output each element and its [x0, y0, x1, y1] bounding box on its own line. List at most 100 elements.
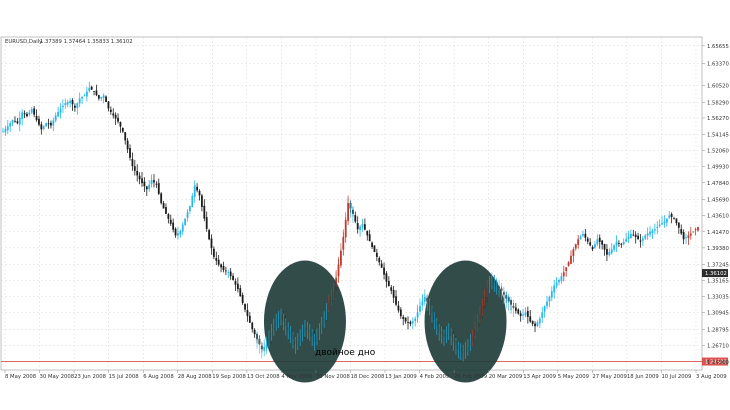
candle-body	[548, 296, 551, 302]
price-tick-label: 1.26710	[707, 343, 730, 349]
candle-body	[42, 126, 45, 129]
date-tick-label: 3 Aug 2009	[696, 374, 727, 380]
candle-body	[47, 123, 50, 125]
candle-body	[579, 236, 582, 240]
candle-body	[177, 233, 179, 236]
candle-body	[38, 118, 40, 125]
candle-body	[9, 123, 12, 127]
candle-body	[531, 320, 534, 324]
candle-body	[574, 244, 577, 249]
candle-body	[567, 262, 570, 266]
price-tick-label: 1.52060	[707, 148, 730, 154]
candle-body	[248, 315, 251, 323]
candle-body	[150, 180, 153, 184]
candle-body	[93, 90, 95, 92]
candle-body	[174, 228, 177, 236]
candle-body	[613, 245, 616, 250]
candle-body	[239, 288, 242, 297]
candle-body	[162, 203, 165, 209]
candle-body	[133, 166, 136, 171]
candle-body	[57, 111, 60, 117]
candle-body	[526, 310, 529, 317]
price-tick-label: 1.45690	[707, 197, 730, 203]
candle-body	[172, 222, 175, 230]
candle-body	[409, 321, 412, 324]
candle-body	[114, 114, 117, 119]
candle-body	[222, 265, 225, 271]
candle-body	[138, 175, 141, 180]
date-tick-label: 26 Nov 2008	[316, 374, 351, 380]
candle-body	[615, 241, 618, 246]
candle-body	[117, 117, 119, 122]
candle-body	[6, 126, 9, 131]
candle-body	[153, 180, 155, 183]
candle-body	[546, 301, 548, 307]
candle-body	[380, 263, 383, 268]
candle-body	[11, 120, 14, 123]
candle-body	[148, 184, 151, 190]
candle-body	[407, 322, 409, 323]
candle-body	[522, 314, 524, 316]
date-tick-label: 10 Jul 2009	[661, 374, 691, 380]
date-tick-label: 6 Aug 2008	[143, 374, 174, 380]
candle-body	[632, 234, 635, 236]
candle-body	[105, 96, 107, 102]
candle-body	[514, 307, 517, 311]
candle-body	[570, 255, 572, 264]
candle-body	[129, 148, 131, 158]
price-tick-label: 1.60520	[707, 83, 730, 89]
candle-body	[54, 115, 57, 121]
candle-body	[627, 236, 630, 239]
candle-body	[661, 223, 663, 225]
candle-body	[697, 226, 699, 231]
date-tick-label: 15 Jul 2008	[109, 374, 140, 380]
date-tick-label: 26 Feb 2009	[454, 374, 487, 380]
price-tick-label: 1.63370	[707, 61, 730, 67]
candle-body	[35, 115, 38, 121]
candle-body	[404, 317, 407, 322]
candle-body	[160, 193, 163, 204]
candle-body	[594, 244, 596, 248]
candle-body	[541, 312, 544, 318]
candle-body	[234, 281, 237, 285]
candle-body	[562, 272, 565, 277]
candle-body	[229, 271, 232, 277]
candle-body	[81, 96, 83, 99]
candle-body	[538, 318, 541, 324]
double-bottom-annotation: двойное дно	[315, 348, 376, 358]
candle-body	[28, 112, 31, 115]
candle-body	[208, 230, 211, 240]
candle-body	[66, 101, 69, 105]
candle-body	[682, 232, 685, 240]
candle-body	[644, 235, 647, 239]
candle-body	[685, 237, 687, 239]
candle-body	[694, 229, 697, 231]
candle-body	[203, 205, 206, 219]
candle-body	[189, 206, 191, 212]
candle-body	[184, 218, 187, 226]
candle-body	[201, 195, 203, 207]
candle-body	[651, 230, 654, 234]
current-price-label: 1.36102	[705, 271, 727, 277]
candle-body	[625, 239, 628, 242]
candle-body	[565, 267, 568, 272]
candle-body	[663, 221, 666, 224]
candle-body	[629, 233, 632, 239]
candle-body	[610, 249, 613, 254]
candle-body	[143, 181, 146, 187]
candle-body	[373, 245, 376, 252]
candle-body	[385, 273, 388, 282]
price-tick-label: 1.37245	[707, 262, 729, 268]
candle-body	[584, 233, 587, 238]
candle-body	[395, 296, 397, 305]
price-tick-label: 1.39380	[707, 246, 730, 252]
candle-body	[21, 112, 24, 119]
candle-body	[165, 207, 167, 214]
candle-body	[359, 226, 361, 231]
candle-body	[653, 229, 656, 231]
candle-body	[14, 120, 16, 122]
candle-body	[109, 109, 112, 112]
candle-body	[236, 283, 239, 290]
candle-body	[167, 214, 170, 219]
candle-body	[95, 90, 98, 96]
